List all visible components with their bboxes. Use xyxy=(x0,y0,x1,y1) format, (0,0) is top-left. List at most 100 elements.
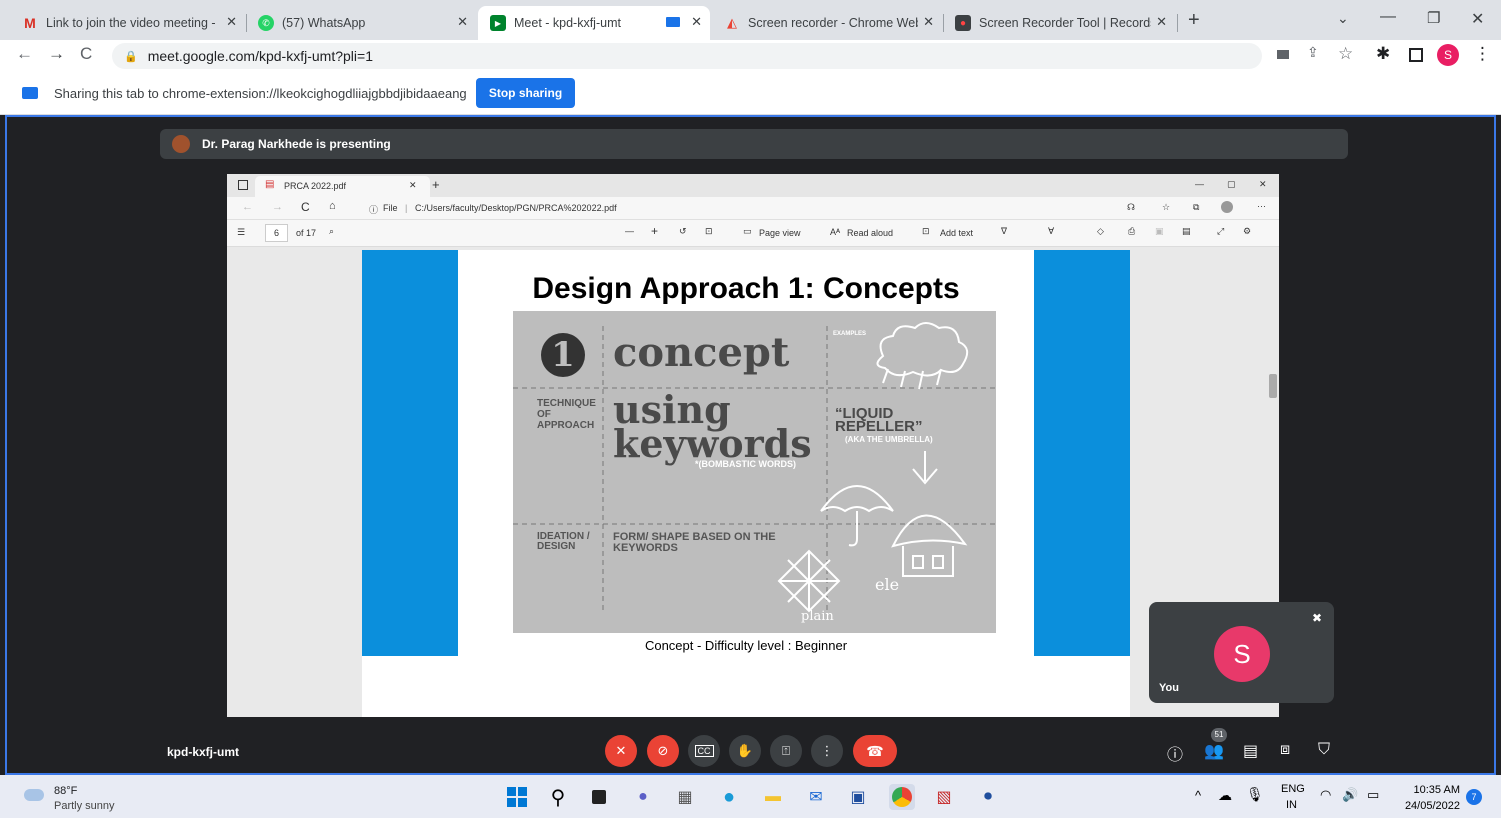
close-tab-icon[interactable]: ✕ xyxy=(457,14,468,30)
pdf-save-icon[interactable]: ▣ xyxy=(1155,226,1164,237)
weather-temperature[interactable]: 88°F xyxy=(54,785,77,797)
notification-badge[interactable]: 7 xyxy=(1466,789,1482,805)
menu-kebab-icon[interactable]: ⋮ xyxy=(1474,44,1491,64)
edge-icon[interactable]: ● xyxy=(716,784,742,810)
pdf-erase-icon[interactable]: ◇ xyxy=(1097,226,1104,237)
taskbar-search-icon[interactable]: ⚲ xyxy=(545,784,571,810)
activities-icon[interactable]: ⧈ xyxy=(1280,741,1290,759)
presenter-text: Dr. Parag Narkhede is presenting xyxy=(202,137,391,151)
store-icon[interactable]: ▣ xyxy=(845,784,871,810)
pdf-add-text-button[interactable]: Add text xyxy=(940,228,973,238)
close-tab-icon[interactable]: ✕ xyxy=(691,14,702,30)
task-view-icon[interactable] xyxy=(586,784,612,810)
reload-icon[interactable]: C xyxy=(80,44,92,64)
pdf-restore-icon[interactable]: ▢ xyxy=(1227,179,1236,190)
pdf-collections-icon[interactable]: ⧉ xyxy=(1193,202,1199,213)
pdf-new-tab-icon[interactable]: + xyxy=(432,177,440,192)
host-controls-icon[interactable]: ⛉ xyxy=(1318,741,1330,759)
camera-in-use-icon[interactable] xyxy=(1277,50,1289,59)
tab-recorder[interactable]: ● Screen Recorder Tool | Records S ✕ xyxy=(943,6,1175,40)
pdf-tab-close-icon[interactable]: ✕ xyxy=(409,180,417,191)
language-label[interactable]: ENG xyxy=(1281,783,1305,795)
captions-button[interactable]: CC xyxy=(688,735,720,767)
restore-icon[interactable]: ❐ xyxy=(1427,9,1440,27)
chrome-taskbar-icon[interactable] xyxy=(889,784,915,810)
calculator-icon[interactable]: ▦ xyxy=(672,784,698,810)
pdf-back-icon[interactable]: ← xyxy=(242,201,253,213)
new-tab-icon[interactable]: + xyxy=(1188,9,1200,32)
bookmark-star-icon[interactable]: ☆ xyxy=(1338,44,1353,64)
pdf-highlight-icon[interactable]: ∀ xyxy=(1048,226,1054,237)
pdf-fullscreen-icon[interactable]: ⤢ xyxy=(1217,226,1224,237)
close-tab-icon[interactable]: ✕ xyxy=(226,14,237,30)
pdf-zoom-out-icon[interactable]: — xyxy=(625,226,634,236)
mic-toggle-button[interactable]: ✕ xyxy=(605,735,637,767)
pdf-print-icon[interactable]: ⎙ xyxy=(1128,226,1135,237)
pdf-settings-icon[interactable]: ⚙ xyxy=(1243,226,1251,237)
pdf-search-icon[interactable]: ⌕ xyxy=(329,226,334,237)
close-window-icon[interactable]: ✕ xyxy=(1471,9,1484,29)
close-tab-icon[interactable]: ✕ xyxy=(923,14,934,30)
extensions-icon[interactable]: ✱ xyxy=(1376,44,1390,64)
mic-off-icon: ✕ xyxy=(615,743,627,758)
mail-icon[interactable]: ✉ xyxy=(803,784,829,810)
battery-icon[interactable]: ▭ xyxy=(1367,787,1379,803)
address-bar[interactable]: 🔒 meet.google.com/kpd-kxfj-umt?pli=1 xyxy=(112,43,1262,69)
pdf-favorites-icon[interactable]: ☆ xyxy=(1162,202,1170,213)
raise-hand-button[interactable]: ✋ xyxy=(729,735,761,767)
tab-whatsapp[interactable]: ✆ (57) WhatsApp ✕ xyxy=(246,6,476,40)
pdf-menu-icon[interactable]: ··· xyxy=(1257,201,1266,211)
pdf-refresh-icon[interactable]: C xyxy=(301,200,310,214)
pdf-fit-icon[interactable]: ⊡ xyxy=(705,226,713,237)
volume-icon[interactable]: 🔊 xyxy=(1342,787,1358,803)
back-icon[interactable]: ← xyxy=(16,44,33,64)
pdf-page-view-button[interactable]: Page view xyxy=(759,228,801,238)
recorder-app-icon[interactable]: ⏺ xyxy=(975,784,1001,810)
present-button[interactable]: ⍐ xyxy=(770,735,802,767)
tab-gmail[interactable]: M Link to join the video meeting - · ✕ xyxy=(10,6,245,40)
onedrive-icon[interactable]: ☁ xyxy=(1218,787,1232,804)
pdf-forward-icon[interactable]: → xyxy=(272,201,283,213)
side-panel-icon[interactable] xyxy=(1409,48,1423,62)
hidden-icons-chevron[interactable]: ^ xyxy=(1195,788,1201,803)
file-explorer-icon[interactable]: ▬ xyxy=(760,784,786,810)
wifi-icon[interactable]: ◠ xyxy=(1320,787,1331,803)
pdf-home-icon[interactable]: ⌂ xyxy=(329,200,336,212)
pdf-rotate-icon[interactable]: ↺ xyxy=(679,226,687,237)
pdf-profile-icon[interactable] xyxy=(1221,201,1233,213)
minimize-icon[interactable]: — xyxy=(1380,8,1396,26)
meeting-info-icon[interactable]: ⓘ xyxy=(1167,741,1183,765)
start-button[interactable] xyxy=(504,784,530,810)
tab-actions-icon[interactable] xyxy=(238,180,248,190)
pdf-address-text[interactable]: C:/Users/faculty/Desktop/PGN/PRCA%202022… xyxy=(415,203,617,213)
forward-icon[interactable]: → xyxy=(48,44,65,64)
pdf-read-aloud-button[interactable]: Read aloud xyxy=(847,228,893,238)
stop-sharing-button[interactable]: Stop sharing xyxy=(476,78,575,108)
pdf-zoom-in-icon[interactable]: + xyxy=(651,224,658,238)
profile-avatar[interactable]: S xyxy=(1437,44,1459,66)
chat-icon[interactable]: ▤ xyxy=(1243,741,1258,761)
tab-separator xyxy=(1177,14,1178,32)
tab-webstore[interactable]: ◭ Screen recorder - Chrome Web S ✕ xyxy=(712,6,942,40)
pdf-page-input[interactable]: 6 xyxy=(265,224,288,242)
camera-toggle-button[interactable]: ⊘ xyxy=(647,735,679,767)
pdf-draw-icon[interactable]: ∇ xyxy=(1001,226,1007,237)
pdf-scrollbar-thumb[interactable] xyxy=(1269,374,1277,398)
tab-meet-active[interactable]: ▶ Meet - kpd-kxfj-umt ✕ xyxy=(478,6,710,40)
people-icon[interactable]: 👥 xyxy=(1204,741,1224,761)
pdf-save-as-icon[interactable]: ▤ xyxy=(1182,226,1191,237)
pdf-contents-icon[interactable]: ☰ xyxy=(237,227,245,238)
share-icon[interactable]: ⇪ xyxy=(1307,44,1319,61)
close-tab-icon[interactable]: ✕ xyxy=(1156,14,1167,30)
leave-call-button[interactable]: ☎ xyxy=(853,735,897,767)
pdf-close-icon[interactable]: ✕ xyxy=(1259,179,1267,190)
teams-chat-icon[interactable]: ● xyxy=(630,784,656,810)
tab-search-icon[interactable]: ⌄ xyxy=(1337,10,1349,27)
pdf-minimize-icon[interactable]: — xyxy=(1195,179,1204,189)
presentation-app-icon[interactable]: ▧ xyxy=(931,784,957,810)
more-options-button[interactable]: ⋮ xyxy=(811,735,843,767)
self-video-tile[interactable]: ✖ S You xyxy=(1149,602,1334,703)
pdf-reader-icon[interactable]: ☊ xyxy=(1127,202,1135,213)
microphone-tray-icon[interactable]: 🎙 xyxy=(1246,786,1264,803)
clock-time[interactable]: 10:35 AM xyxy=(1404,784,1460,796)
